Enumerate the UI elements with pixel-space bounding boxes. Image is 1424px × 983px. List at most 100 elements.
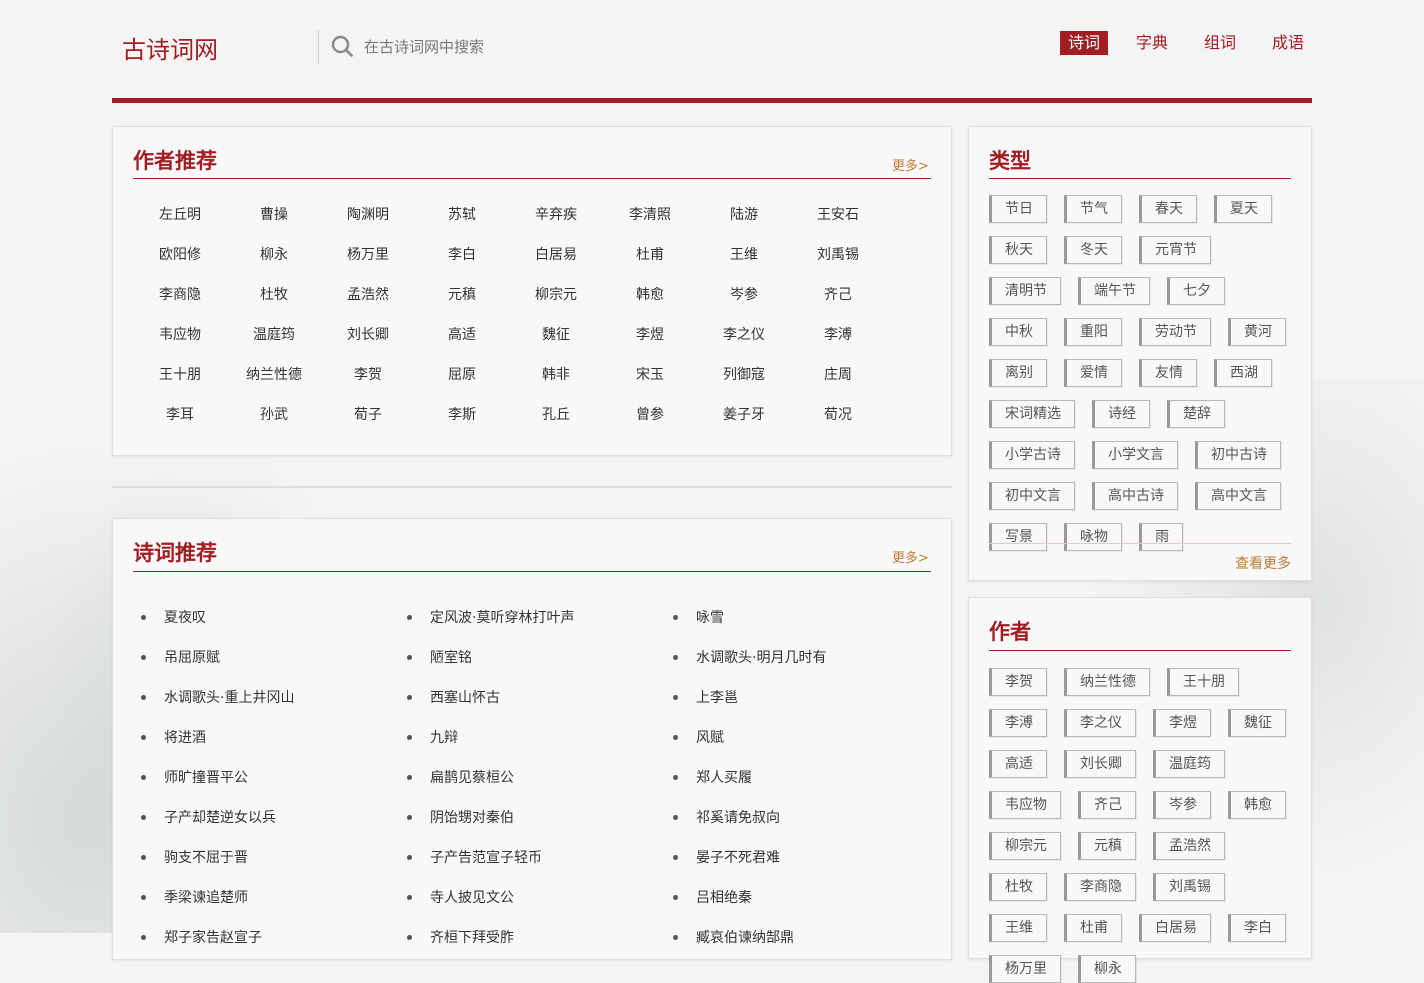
author-tag[interactable]: 李之仪	[1064, 709, 1136, 737]
poem-link[interactable]: 子产告范宣子轻币	[430, 847, 542, 867]
poem-link[interactable]: 扁鹊见蔡桓公	[430, 767, 514, 787]
author-link[interactable]: 韦应物	[133, 325, 227, 345]
author-link[interactable]: 陆游	[697, 205, 791, 225]
author-link[interactable]: 曾参	[603, 405, 697, 425]
author-link[interactable]: 齐己	[791, 285, 885, 305]
poem-link[interactable]: 西塞山怀古	[430, 687, 500, 707]
author-link[interactable]: 李贺	[321, 365, 415, 385]
author-link[interactable]: 杜牧	[227, 285, 321, 305]
author-tag[interactable]: 温庭筠	[1153, 750, 1225, 778]
poem-link[interactable]: 晏子不死君难	[696, 847, 780, 867]
type-tag[interactable]: 爱情	[1064, 359, 1122, 387]
poem-link[interactable]: 郑人买履	[696, 767, 752, 787]
nav-idioms[interactable]: 成语	[1264, 31, 1312, 55]
type-tag[interactable]: 七夕	[1167, 277, 1225, 305]
author-link[interactable]: 韩愈	[603, 285, 697, 305]
author-link[interactable]: 李耳	[133, 405, 227, 425]
author-tag[interactable]: 杜甫	[1064, 914, 1122, 942]
poem-link[interactable]: 驹支不屈于晋	[164, 847, 248, 867]
author-tag[interactable]: 韩愈	[1228, 791, 1286, 819]
author-link[interactable]: 王维	[697, 245, 791, 265]
author-tag[interactable]: 柳宗元	[989, 832, 1061, 860]
author-tag[interactable]: 杨万里	[989, 955, 1061, 983]
author-tag[interactable]: 齐己	[1078, 791, 1136, 819]
author-link[interactable]: 刘禹锡	[791, 245, 885, 265]
author-link[interactable]: 杜甫	[603, 245, 697, 265]
type-tag[interactable]: 小学古诗	[989, 441, 1075, 469]
type-tag[interactable]: 西湖	[1214, 359, 1272, 387]
author-link[interactable]: 李斯	[415, 405, 509, 425]
author-link[interactable]: 庄周	[791, 365, 885, 385]
author-link[interactable]: 李溥	[791, 325, 885, 345]
author-link[interactable]: 孙武	[227, 405, 321, 425]
poem-link[interactable]: 陋室铭	[430, 647, 472, 667]
author-link[interactable]: 左丘明	[133, 205, 227, 225]
site-logo[interactable]: 古诗词网	[122, 30, 218, 65]
author-link[interactable]: 苏轼	[415, 205, 509, 225]
author-tag[interactable]: 李商隐	[1064, 873, 1136, 901]
author-tag[interactable]: 王十朋	[1167, 668, 1239, 696]
type-tag[interactable]: 春天	[1139, 195, 1197, 223]
type-tag[interactable]: 元宵节	[1139, 236, 1211, 264]
author-tag[interactable]: 白居易	[1139, 914, 1211, 942]
author-link[interactable]: 列御寇	[697, 365, 791, 385]
author-link[interactable]: 王安石	[791, 205, 885, 225]
type-tag[interactable]: 诗经	[1092, 400, 1150, 428]
nav-poems[interactable]: 诗词	[1059, 31, 1108, 55]
search-icon[interactable]	[331, 35, 353, 57]
author-tag[interactable]: 李煜	[1153, 709, 1211, 737]
author-link[interactable]: 高适	[415, 325, 509, 345]
nav-words[interactable]: 组词	[1196, 31, 1244, 55]
type-tag[interactable]: 清明节	[989, 277, 1061, 305]
author-tag[interactable]: 高适	[989, 750, 1047, 778]
author-link[interactable]: 温庭筠	[227, 325, 321, 345]
poem-link[interactable]: 咏雪	[696, 607, 724, 627]
author-link[interactable]: 柳永	[227, 245, 321, 265]
author-link[interactable]: 荀子	[321, 405, 415, 425]
author-link[interactable]: 孔丘	[509, 405, 603, 425]
author-tag[interactable]: 刘长卿	[1064, 750, 1136, 778]
poem-more-link[interactable]: 更多>	[892, 547, 929, 566]
type-tag[interactable]: 咏物	[1064, 523, 1122, 551]
author-link[interactable]: 宋玉	[603, 365, 697, 385]
author-tag[interactable]: 李贺	[989, 668, 1047, 696]
author-link[interactable]: 曹操	[227, 205, 321, 225]
type-tag[interactable]: 冬天	[1064, 236, 1122, 264]
poem-link[interactable]: 寺人披见文公	[430, 887, 514, 907]
poem-link[interactable]: 夏夜叹	[164, 607, 206, 627]
type-tag[interactable]: 楚辞	[1167, 400, 1225, 428]
author-tag[interactable]: 元稹	[1078, 832, 1136, 860]
type-tag[interactable]: 高中古诗	[1092, 482, 1178, 510]
type-tag[interactable]: 高中文言	[1195, 482, 1281, 510]
author-link[interactable]: 白居易	[509, 245, 603, 265]
poem-link[interactable]: 臧哀伯谏纳郜鼎	[696, 927, 794, 947]
author-link[interactable]: 陶渊明	[321, 205, 415, 225]
poem-link[interactable]: 季梁谏追楚师	[164, 887, 248, 907]
type-tag[interactable]: 重阳	[1064, 318, 1122, 346]
author-link[interactable]: 李清照	[603, 205, 697, 225]
type-tag[interactable]: 秋天	[989, 236, 1047, 264]
type-tag[interactable]: 初中文言	[989, 482, 1075, 510]
nav-dictionary[interactable]: 字典	[1128, 31, 1176, 55]
poem-link[interactable]: 定风波·莫听穿林打叶声	[430, 607, 574, 627]
author-link[interactable]: 屈原	[415, 365, 509, 385]
type-tag[interactable]: 节日	[989, 195, 1047, 223]
poem-link[interactable]: 上李邕	[696, 687, 738, 707]
author-link[interactable]: 欧阳修	[133, 245, 227, 265]
poem-link[interactable]: 水调歌头·重上井冈山	[164, 687, 294, 707]
author-link[interactable]: 李之仪	[697, 325, 791, 345]
poem-link[interactable]: 子产却楚逆女以兵	[164, 807, 276, 827]
poem-link[interactable]: 齐桓下拜受胙	[430, 927, 514, 947]
author-link[interactable]: 岑参	[697, 285, 791, 305]
author-link[interactable]: 刘长卿	[321, 325, 415, 345]
author-tag[interactable]: 韦应物	[989, 791, 1061, 819]
author-link[interactable]: 荀况	[791, 405, 885, 425]
poem-link[interactable]: 水调歌头·明月几时有	[696, 647, 826, 667]
poem-link[interactable]: 祁奚请免叔向	[696, 807, 780, 827]
author-link[interactable]: 杨万里	[321, 245, 415, 265]
author-link[interactable]: 姜子牙	[697, 405, 791, 425]
poem-link[interactable]: 九辩	[430, 727, 458, 747]
types-more-link[interactable]: 查看更多	[1235, 553, 1291, 573]
type-tag[interactable]: 初中古诗	[1195, 441, 1281, 469]
author-link[interactable]: 李煜	[603, 325, 697, 345]
